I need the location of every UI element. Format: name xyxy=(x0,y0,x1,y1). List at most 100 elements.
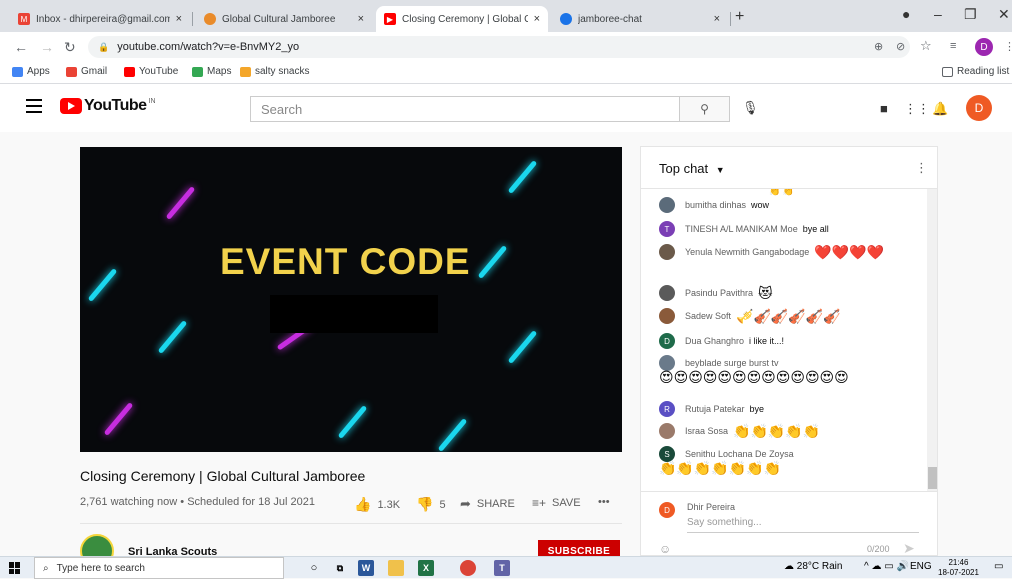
url-field[interactable]: 🔒 youtube.com/watch?v=e-BnvMY2_yo xyxy=(88,36,910,58)
bookmark-gmail[interactable]: Gmail xyxy=(66,66,107,77)
language-indicator[interactable]: ENG xyxy=(910,561,932,572)
restore-icon[interactable]: ❐ xyxy=(964,6,977,23)
browser-menu-icon[interactable]: ⋮ xyxy=(1004,40,1012,53)
reading-list-icon[interactable]: ≡ xyxy=(950,40,956,52)
weather-widget[interactable]: ☁ 28°C Rain xyxy=(784,561,842,572)
chrome-icon[interactable] xyxy=(460,560,476,576)
video-player[interactable]: EVENT CODE xyxy=(80,147,622,452)
scrollbar-thumb[interactable] xyxy=(928,467,937,489)
chat-message-input[interactable]: Say something... xyxy=(687,517,919,533)
lock-icon: 🔒 xyxy=(98,41,110,52)
chat-text: bye xyxy=(749,403,765,414)
notifications-bell-icon[interactable]: 🔔 xyxy=(932,101,948,117)
save-button[interactable]: ≡+ SAVE xyxy=(532,496,581,510)
top-chat-dropdown[interactable]: Top chat ▼ xyxy=(659,161,725,176)
close-tab-icon[interactable]: × xyxy=(358,13,364,25)
teams-icon[interactable]: T xyxy=(494,560,510,576)
close-tab-icon[interactable]: × xyxy=(534,13,540,25)
bookmark-salty-snacks[interactable]: salty snacks xyxy=(240,66,309,77)
search-input[interactable]: Search xyxy=(250,96,680,122)
address-bar: ← → ↻ 🔒 youtube.com/watch?v=e-BnvMY2_yo … xyxy=(0,32,1012,62)
live-chat-panel: Top chat ▼ ⋮ 👏 👏 bumitha dinhas wow T TI… xyxy=(640,146,938,556)
create-video-icon[interactable]: ■ xyxy=(880,101,888,116)
chat-message: beyblade surge burst tv 😍😍😍😍😍😍😍😍😍😍😍😍😍 xyxy=(659,355,919,384)
neon-stick xyxy=(87,268,118,302)
tab-jamboree-chat[interactable]: jamboree-chat × xyxy=(552,6,728,32)
bookmark-maps[interactable]: Maps xyxy=(192,66,231,77)
share-button[interactable]: ➦ SHARE xyxy=(460,496,515,512)
chat-scrollbar[interactable] xyxy=(927,189,937,491)
chat-author: Pasindu Pavithra xyxy=(685,287,754,298)
chat-author: Israa Sosa xyxy=(685,425,729,436)
cloud-rain-icon: ☁ xyxy=(784,561,794,572)
task-view-icon[interactable]: ⧉ xyxy=(332,560,348,576)
neon-stick xyxy=(103,402,134,436)
tab-search-icon[interactable]: ● xyxy=(902,6,910,22)
chat-message: R Rutuja Patekar bye xyxy=(659,401,919,417)
taskbar-search-input[interactable]: ⌕ Type here to search xyxy=(34,557,284,579)
chat-author: Rutuja Patekar xyxy=(685,403,745,414)
more-actions-button[interactable]: ••• xyxy=(598,496,610,508)
dislike-button[interactable]: 👎 5 xyxy=(416,496,446,513)
send-icon[interactable]: ➤ xyxy=(903,540,915,555)
bookmark-star-icon[interactable]: ☆ xyxy=(920,38,932,54)
system-tray-icons[interactable]: ^ ☁ ▭ 🔊 xyxy=(864,561,909,572)
chat-avatar xyxy=(659,244,675,260)
video-meta: 2,761 watching now • Scheduled for 18 Ju… xyxy=(80,496,316,508)
like-button[interactable]: 👍 1.3K xyxy=(354,496,400,513)
chat-site-icon xyxy=(560,13,572,25)
youtube-tab-icon: ▶ xyxy=(384,13,396,25)
gmail-icon: M xyxy=(18,13,30,25)
chat-avatar: R xyxy=(659,401,675,417)
new-tab-button[interactable]: + xyxy=(735,8,744,26)
heart-eyes-cat-emoji: 😻 xyxy=(758,284,773,301)
word-icon[interactable]: W xyxy=(358,560,374,576)
chat-author: beyblade surge burst tv xyxy=(685,357,779,368)
chat-text: bye all xyxy=(802,223,829,234)
tracking-icon[interactable]: ⊘ xyxy=(896,40,905,53)
search-icon: ⌕ xyxy=(43,562,49,574)
chat-more-icon[interactable]: ⋮ xyxy=(915,160,928,176)
bookmark-youtube[interactable]: YouTube xyxy=(124,66,178,77)
minimize-icon[interactable]: – xyxy=(934,6,942,22)
install-icon[interactable]: ⊕ xyxy=(874,40,883,53)
browser-profile-avatar[interactable]: D xyxy=(975,38,993,56)
event-code-overlay: EVENT CODE xyxy=(220,241,471,282)
emoji-picker-icon[interactable]: ☺ xyxy=(659,542,671,555)
search-icon: ⚲ xyxy=(700,102,709,116)
youtube-wordmark: YouTube xyxy=(84,97,147,114)
browser-tab-strip: M Inbox - dhirpereira@gmail.com - × Glob… xyxy=(0,0,1012,32)
forward-icon[interactable]: → xyxy=(40,39,54,55)
microphone-icon[interactable]: 🎙 xyxy=(742,100,759,116)
apps-grid-icon[interactable]: ⋮⋮ xyxy=(904,101,930,117)
bookmark-apps[interactable]: Apps xyxy=(12,66,50,77)
youtube-logo[interactable]: YouTube IN xyxy=(60,97,156,115)
file-explorer-icon[interactable] xyxy=(388,560,404,576)
reading-list-button[interactable]: Reading list xyxy=(942,66,1009,77)
tab-title: Global Cultural Jamboree xyxy=(222,13,336,25)
account-avatar[interactable]: D xyxy=(966,95,992,121)
search-button[interactable]: ⚲ xyxy=(680,96,730,122)
cortana-icon[interactable]: ○ xyxy=(306,560,322,576)
back-icon[interactable]: ← xyxy=(14,39,28,55)
close-window-icon[interactable]: ✕ xyxy=(998,6,1010,23)
thumbs-up-icon: 👍 xyxy=(354,496,372,512)
excel-icon[interactable]: X xyxy=(418,560,434,576)
heart-eyes-emojis: 😍😍😍😍😍😍😍😍😍😍😍😍😍 xyxy=(659,369,849,385)
notifications-icon[interactable]: ▭ xyxy=(994,561,1003,572)
snack-icon xyxy=(240,66,251,77)
chat-avatar xyxy=(659,285,675,301)
windows-start-icon[interactable] xyxy=(9,562,21,574)
tab-jamboree[interactable]: Global Cultural Jamboree × xyxy=(196,6,372,32)
tab-gmail[interactable]: M Inbox - dhirpereira@gmail.com - × xyxy=(10,6,190,32)
taskbar-clock[interactable]: 21:46 18-07-2021 xyxy=(938,558,979,578)
tab-closing-ceremony[interactable]: ▶ Closing Ceremony | Global Cultu × xyxy=(376,6,548,32)
url-text: youtube.com/watch?v=e-BnvMY2_yo xyxy=(117,41,300,53)
reload-icon[interactable]: ↻ xyxy=(64,39,76,56)
close-tab-icon[interactable]: × xyxy=(714,13,720,25)
chat-author: Senithu Lochana De Zoysa xyxy=(685,448,794,459)
menu-icon[interactable] xyxy=(26,99,42,113)
close-tab-icon[interactable]: × xyxy=(176,13,182,25)
chat-header: Top chat ▼ ⋮ xyxy=(641,147,937,189)
chat-message: Pasindu Pavithra 😻 xyxy=(659,285,919,301)
